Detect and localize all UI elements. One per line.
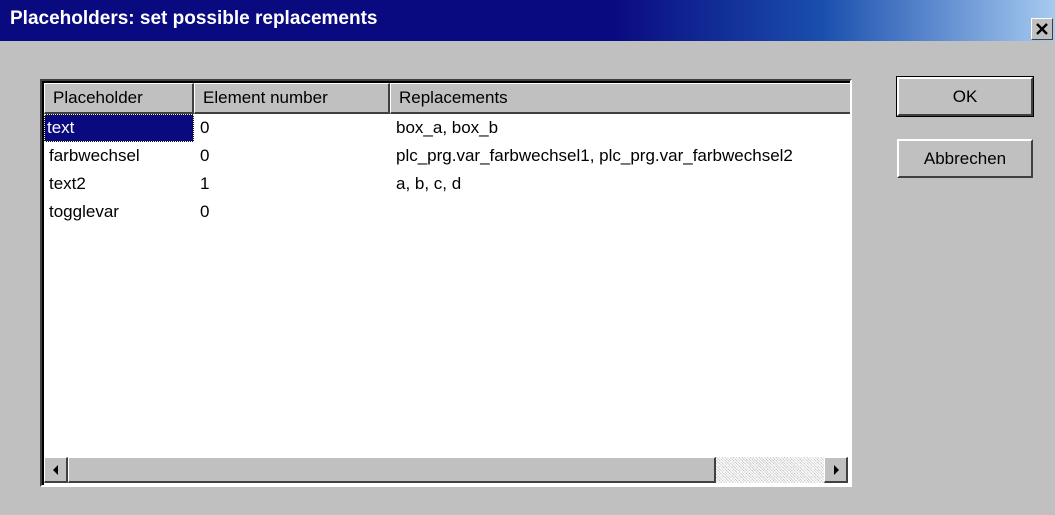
scrollbar-thumb[interactable] [68, 457, 716, 483]
cell-placeholder[interactable]: togglevar [49, 198, 194, 226]
ok-button[interactable]: OK [896, 76, 1034, 117]
arrow-left-icon [52, 464, 58, 475]
cell-placeholder[interactable]: text [44, 114, 194, 142]
placeholder-list[interactable]: Placeholder Element number Replacements … [40, 79, 852, 487]
column-header-element-number[interactable]: Element number [194, 83, 390, 114]
cell-element-number[interactable]: 0 [200, 198, 380, 226]
title-bar[interactable]: Placeholders: set possible replacements [0, 0, 1055, 41]
cell-element-number[interactable]: 1 [200, 170, 380, 198]
cancel-button[interactable]: Abbrechen [897, 139, 1033, 178]
cell-replacements[interactable] [396, 198, 850, 226]
scroll-left-button[interactable] [44, 457, 68, 483]
table-row[interactable]: text 0 box_a, box_b [44, 114, 850, 142]
column-header-placeholder[interactable]: Placeholder [44, 83, 194, 114]
cell-placeholder[interactable]: farbwechsel [49, 142, 194, 170]
cell-replacements[interactable]: plc_prg.var_farbwechsel1, plc_prg.var_fa… [396, 142, 850, 170]
cell-element-number[interactable]: 0 [200, 114, 380, 142]
column-header-replacements[interactable]: Replacements [390, 83, 850, 114]
table-row[interactable]: togglevar 0 [44, 198, 850, 226]
table-row[interactable]: farbwechsel 0 plc_prg.var_farbwechsel1, … [44, 142, 850, 170]
dialog-title: Placeholders: set possible replacements [10, 8, 378, 29]
cell-replacements[interactable]: box_a, box_b [396, 114, 850, 142]
scroll-right-button[interactable] [824, 457, 848, 483]
arrow-right-icon [833, 464, 839, 475]
placeholders-dialog: Placeholders: set possible replacements … [0, 0, 1055, 515]
list-header: Placeholder Element number Replacements [44, 83, 850, 114]
cell-replacements[interactable]: a, b, c, d [396, 170, 850, 198]
horizontal-scrollbar[interactable] [44, 457, 848, 483]
cell-element-number[interactable]: 0 [200, 142, 380, 170]
close-icon [1036, 23, 1048, 35]
cell-placeholder[interactable]: text2 [49, 170, 194, 198]
table-row[interactable]: text2 1 a, b, c, d [44, 170, 850, 198]
close-button[interactable] [1031, 18, 1053, 40]
